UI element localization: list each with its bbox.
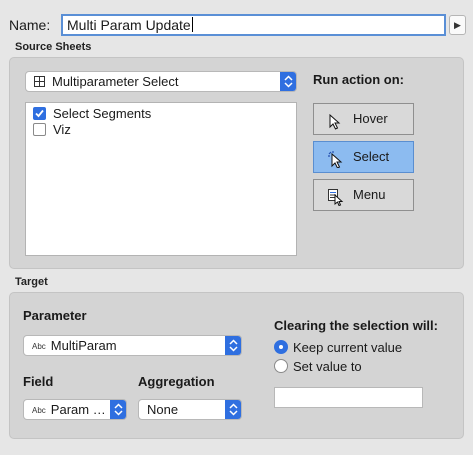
expand-button[interactable]: ▶ <box>449 15 466 35</box>
abc-type-icon: Abc <box>32 406 46 415</box>
run-action-label: Run action on: <box>313 72 404 87</box>
parameter-select[interactable]: Abc MultiParam <box>23 335 242 356</box>
aggregation-label: Aggregation <box>138 374 215 389</box>
play-arrow-icon: ▶ <box>454 20 461 30</box>
parameter-value: MultiParam <box>50 338 117 353</box>
radio-unselected[interactable] <box>274 359 288 373</box>
radio-selected[interactable] <box>274 340 288 354</box>
hover-label: Hover <box>353 111 388 126</box>
clearing-label: Clearing the selection will: <box>274 318 438 333</box>
sheet-grid-icon <box>34 72 45 91</box>
sheets-list: Select Segments Viz <box>25 102 297 256</box>
select-stepper-icon <box>225 336 241 355</box>
select-label: Select <box>353 149 390 164</box>
aggregation-select[interactable]: None <box>138 399 242 420</box>
sheet-label: Select Segments <box>53 106 152 121</box>
list-item-viz[interactable]: Viz <box>33 122 71 138</box>
checkbox-checked[interactable] <box>33 107 46 120</box>
radio-set-label: Set value to <box>293 359 362 374</box>
select-stepper-icon <box>110 400 126 419</box>
set-value-input[interactable] <box>274 387 423 408</box>
name-label: Name: <box>9 17 51 33</box>
menu-pointer-icon <box>328 187 344 217</box>
radio-keep-current[interactable]: Keep current value <box>274 340 402 355</box>
radio-set-value[interactable]: Set value to <box>274 359 362 374</box>
list-item-select-segments[interactable]: Select Segments <box>33 106 151 122</box>
sheet-select[interactable]: Multiparameter Select <box>25 71 297 92</box>
aggregation-value: None <box>147 402 179 417</box>
menu-label: Menu <box>353 187 386 202</box>
menu-button[interactable]: Menu <box>313 179 414 211</box>
field-value: Param … <box>50 402 106 417</box>
name-value: Multi Param Update <box>67 17 191 33</box>
select-button[interactable]: Select <box>313 141 414 173</box>
field-label: Field <box>23 374 54 389</box>
checkbox-unchecked[interactable] <box>33 123 46 136</box>
text-caret <box>191 17 193 32</box>
field-select[interactable]: Abc Param … <box>23 399 127 420</box>
source-sheets-title: Source Sheets <box>15 41 92 53</box>
target-title: Target <box>15 276 48 288</box>
pointer-icon <box>328 111 342 141</box>
sheet-select-value: Multiparameter Select <box>52 74 179 89</box>
hover-button[interactable]: Hover <box>313 103 414 135</box>
click-pointer-icon <box>328 149 344 179</box>
sheet-label: Viz <box>53 122 71 137</box>
radio-keep-label: Keep current value <box>293 340 403 355</box>
name-input[interactable]: Multi Param Update <box>61 14 446 36</box>
parameter-label: Parameter <box>23 308 87 323</box>
select-stepper-icon <box>280 72 296 91</box>
select-stepper-icon <box>225 400 241 419</box>
abc-type-icon: Abc <box>32 342 46 351</box>
